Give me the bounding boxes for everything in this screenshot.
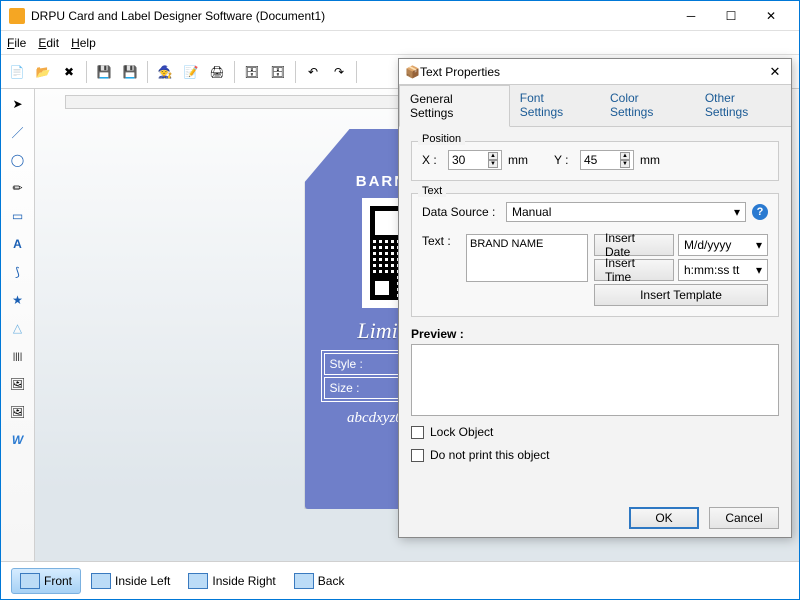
tab-color[interactable]: Color Settings xyxy=(600,85,695,126)
text-group: Text Data Source : Manual▾ ? Text : BRAN… xyxy=(411,193,779,317)
x-label: X : xyxy=(422,153,442,167)
text-input[interactable]: BRAND NAME xyxy=(466,234,588,282)
ok-button[interactable]: OK xyxy=(629,507,699,529)
new-icon[interactable]: 📄 xyxy=(5,60,29,84)
time-format-select[interactable]: h:mm:ss tt▾ xyxy=(678,259,768,281)
minimize-button[interactable]: ─ xyxy=(671,3,711,29)
insert-template-button[interactable]: Insert Template xyxy=(594,284,768,306)
image2-tool-icon[interactable]: 🖼 xyxy=(7,401,29,423)
dialog-close-icon[interactable]: ✕ xyxy=(765,64,785,80)
rect-tool-icon[interactable]: ▭ xyxy=(7,205,29,227)
help-icon[interactable]: ? xyxy=(752,204,768,220)
line-tool-icon[interactable]: ／ xyxy=(7,121,29,143)
ellipse-tool-icon[interactable]: ◯ xyxy=(7,149,29,171)
dialog-icon: 📦 xyxy=(405,65,420,79)
card-side-tabs: Front Inside Left Inside Right Back xyxy=(1,561,799,599)
text-properties-dialog: 📦 Text Properties ✕ General Settings Fon… xyxy=(398,58,792,538)
tools-palette: ➤ ／ ◯ ✏ ▭ A ⟆ ★ △ |||| 🖼 🖼 W xyxy=(1,89,35,561)
app-icon xyxy=(9,8,25,24)
dialog-title: Text Properties xyxy=(420,65,765,79)
maximize-button[interactable]: ☐ xyxy=(711,3,751,29)
pointer-tool-icon[interactable]: ➤ xyxy=(7,93,29,115)
tab-back[interactable]: Back xyxy=(286,569,353,593)
y-field[interactable]: 45▲▼ xyxy=(580,150,634,170)
image-tool-icon[interactable]: 🖼 xyxy=(7,373,29,395)
menu-file[interactable]: File xyxy=(7,36,26,50)
undo-icon[interactable]: ↶ xyxy=(301,60,325,84)
tab-inside-right[interactable]: Inside Right xyxy=(180,569,283,593)
wordart-tool-icon[interactable]: W xyxy=(7,429,29,451)
redo-icon[interactable]: ↷ xyxy=(327,60,351,84)
text-tool-icon[interactable]: A xyxy=(7,233,29,255)
preview-label: Preview : xyxy=(411,327,779,341)
cancel-button[interactable]: Cancel xyxy=(709,507,779,529)
preview-box xyxy=(411,344,779,416)
titlebar: DRPU Card and Label Designer Software (D… xyxy=(1,1,799,31)
tab-other[interactable]: Other Settings xyxy=(695,85,791,126)
menu-help[interactable]: Help xyxy=(71,36,96,50)
db-icon[interactable]: 🗄 xyxy=(240,60,264,84)
datasource-select[interactable]: Manual▾ xyxy=(506,202,746,222)
pencil-tool-icon[interactable]: ✏ xyxy=(7,177,29,199)
close-file-icon[interactable]: ✖ xyxy=(57,60,81,84)
datasource-label: Data Source : xyxy=(422,205,500,219)
tab-font[interactable]: Font Settings xyxy=(510,85,600,126)
dialog-titlebar: 📦 Text Properties ✕ xyxy=(399,59,791,85)
dialog-tabs: General Settings Font Settings Color Set… xyxy=(399,85,791,127)
menu-edit[interactable]: Edit xyxy=(38,36,59,50)
close-button[interactable]: ✕ xyxy=(751,3,791,29)
tab-general[interactable]: General Settings xyxy=(399,85,510,127)
tab-inside-left[interactable]: Inside Left xyxy=(83,569,178,593)
y-label: Y : xyxy=(554,153,574,167)
insert-date-button[interactable]: Insert Date xyxy=(594,234,674,256)
arc-tool-icon[interactable]: ⟆ xyxy=(7,261,29,283)
chevron-down-icon: ▾ xyxy=(734,205,740,219)
triangle-tool-icon[interactable]: △ xyxy=(7,317,29,339)
db2-icon[interactable]: 🗄 xyxy=(266,60,290,84)
edit-icon[interactable]: 📝 xyxy=(179,60,203,84)
wizard-icon[interactable]: 🧙 xyxy=(153,60,177,84)
tab-front[interactable]: Front xyxy=(11,568,81,594)
text-label: Text : xyxy=(422,234,460,248)
insert-time-button[interactable]: Insert Time xyxy=(594,259,674,281)
window-title: DRPU Card and Label Designer Software (D… xyxy=(31,9,671,23)
save-as-icon[interactable]: 💾 xyxy=(118,60,142,84)
star-tool-icon[interactable]: ★ xyxy=(7,289,29,311)
save-icon[interactable]: 💾 xyxy=(92,60,116,84)
position-group: Position X : 30▲▼ mm Y : 45▲▼ mm xyxy=(411,141,779,181)
print-icon[interactable]: 🖨 xyxy=(205,60,229,84)
barcode-tool-icon[interactable]: |||| xyxy=(7,345,29,367)
lock-checkbox[interactable]: Lock Object xyxy=(411,425,779,439)
menubar: File Edit Help xyxy=(1,31,799,55)
date-format-select[interactable]: M/d/yyyy▾ xyxy=(678,234,768,256)
x-field[interactable]: 30▲▼ xyxy=(448,150,502,170)
noprint-checkbox[interactable]: Do not print this object xyxy=(411,448,779,462)
open-icon[interactable]: 📂 xyxy=(31,60,55,84)
